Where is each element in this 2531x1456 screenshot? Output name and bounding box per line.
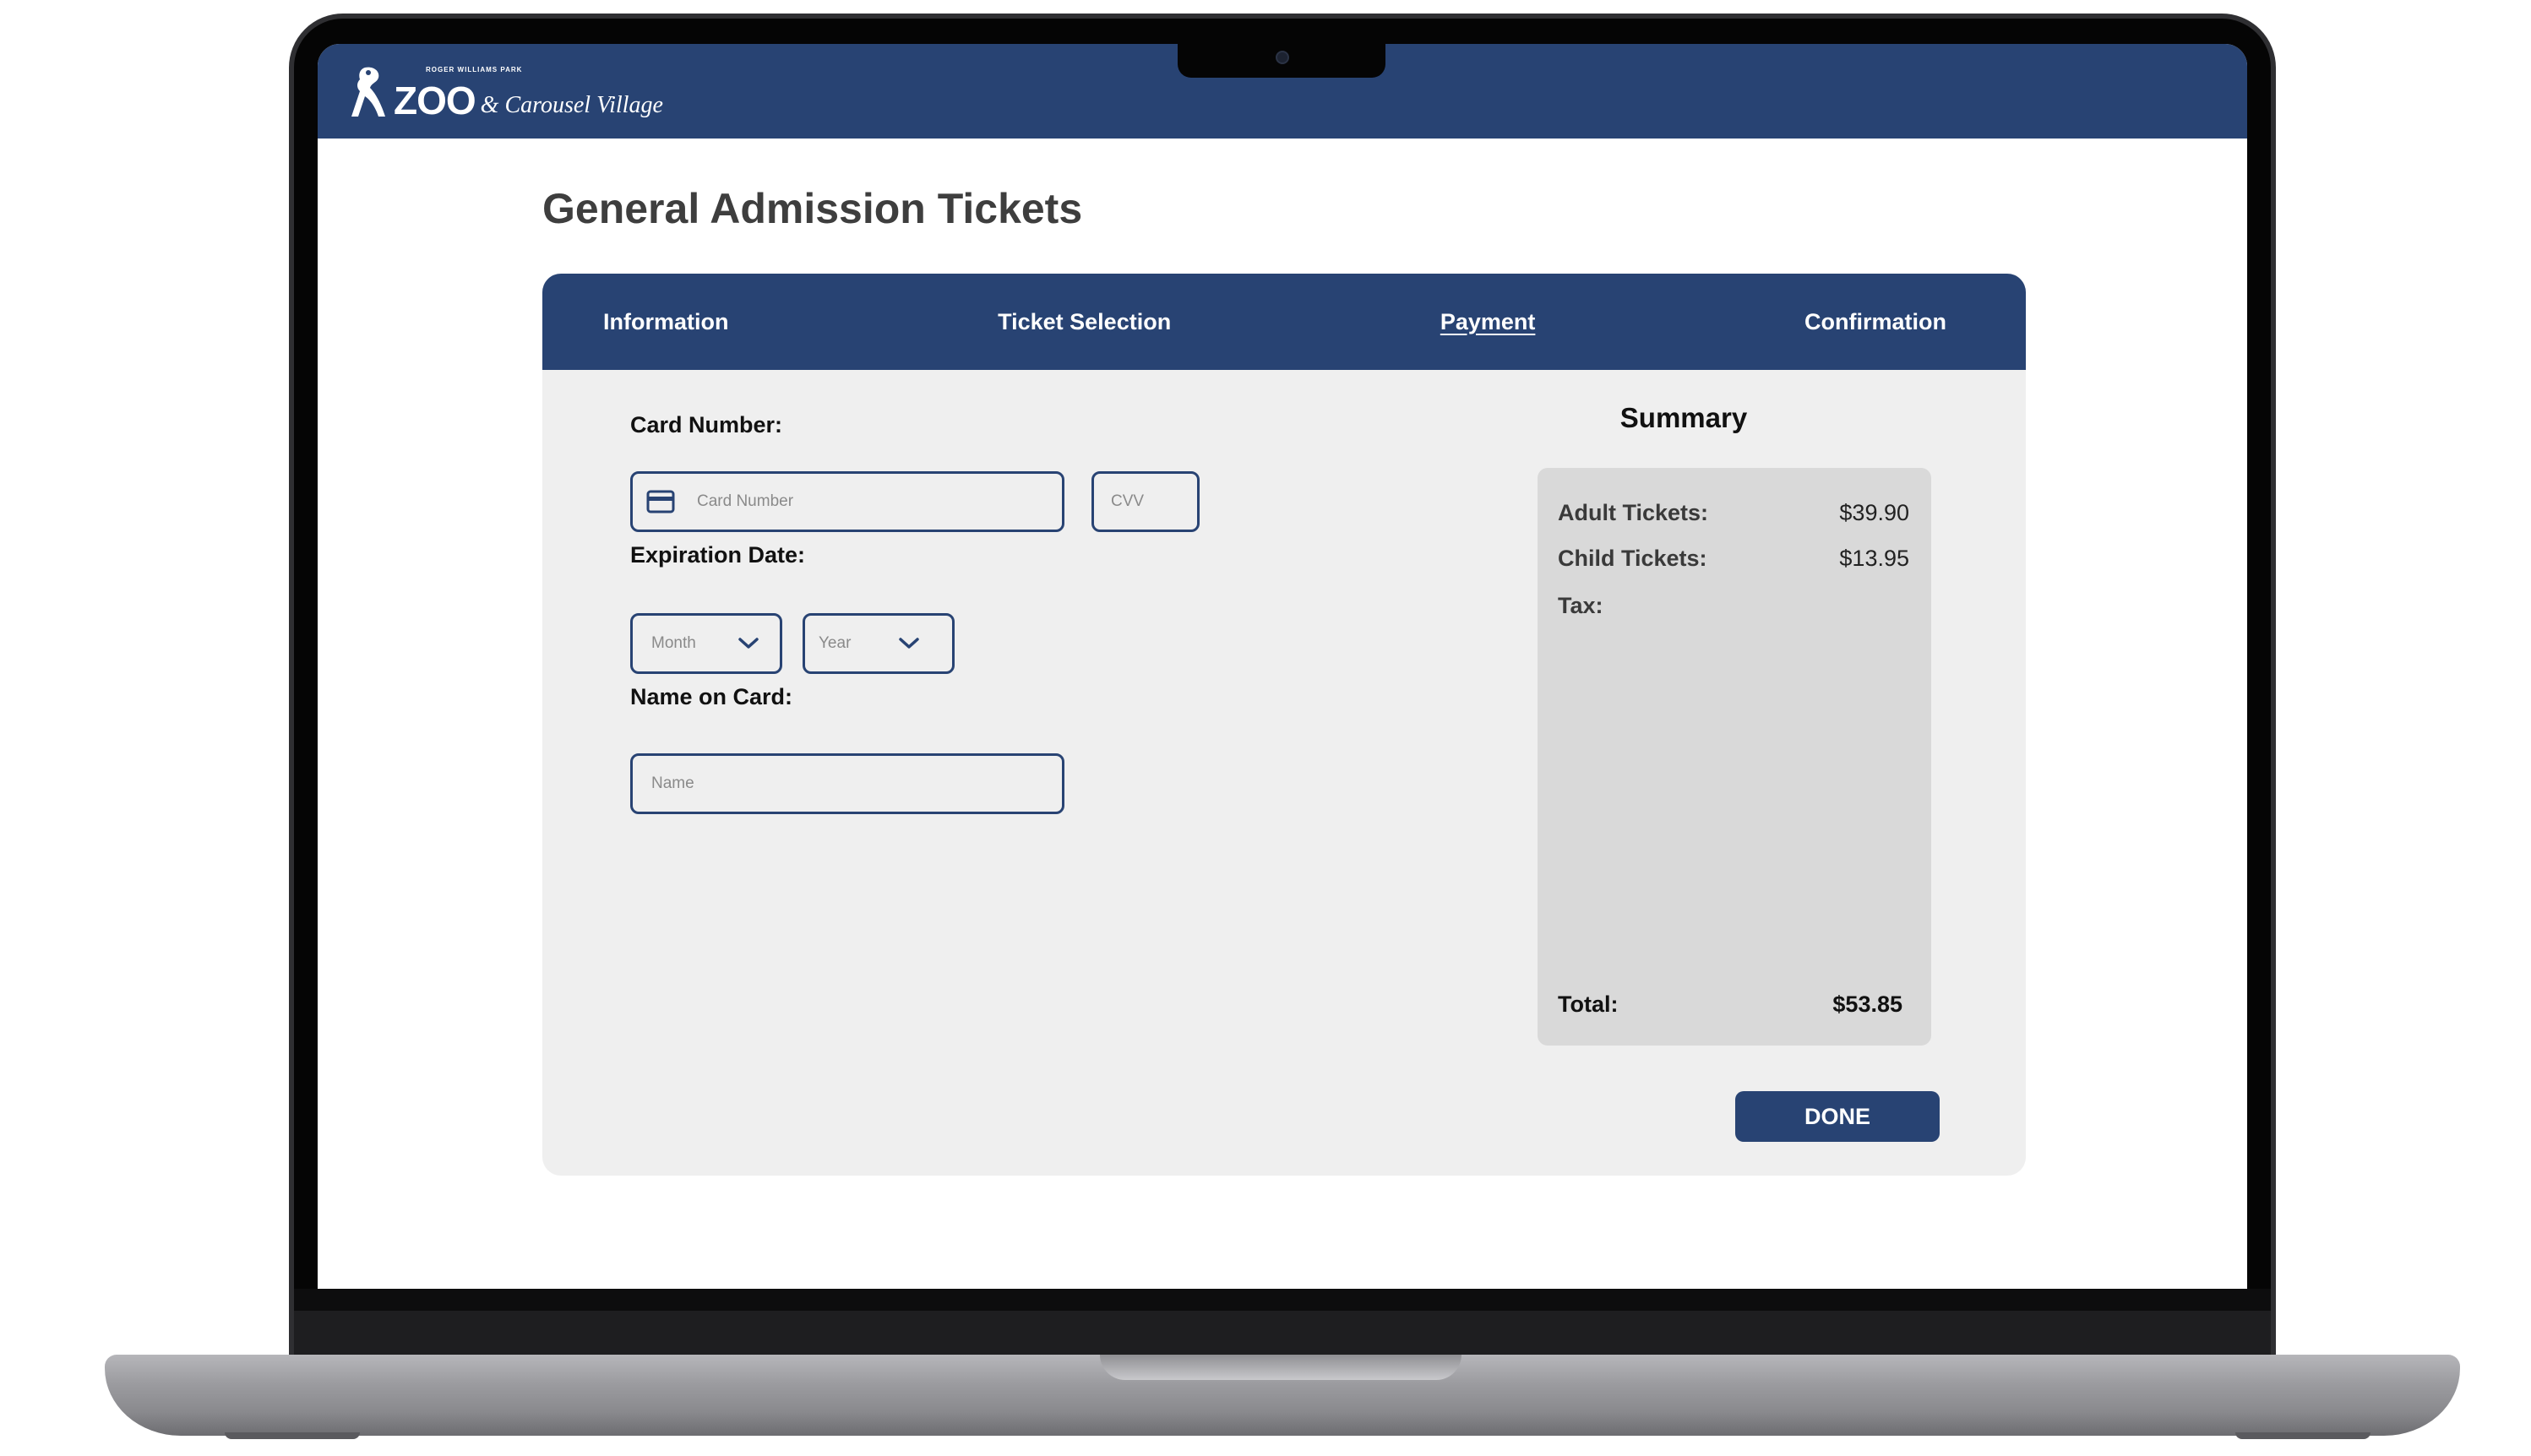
year-placeholder: Year [819, 634, 852, 652]
summary-row-total: Total: $53.85 [1558, 991, 1902, 1018]
camera-notch [1178, 42, 1385, 78]
chevron-down-icon [738, 638, 759, 649]
summary-label: Child Tickets: [1558, 546, 1707, 571]
total-label: Total: [1558, 991, 1619, 1017]
logo-zoo-text: ZOO [394, 79, 476, 122]
name-on-card-label: Name on Card: [630, 684, 793, 709]
cvv-placeholder: CVV [1111, 492, 1145, 510]
summary-row-tax: Tax: [1558, 593, 1909, 619]
summary-label: Adult Tickets: [1558, 500, 1709, 525]
card-number-input[interactable]: Card Number [630, 471, 1064, 532]
step-confirmation[interactable]: Confirmation [1804, 309, 1946, 335]
laptop-foot-right [2235, 1432, 2370, 1439]
total-value: $53.85 [1832, 991, 1902, 1017]
name-placeholder: Name [651, 774, 694, 792]
camera-icon [1276, 51, 1289, 64]
summary-value: $13.95 [1839, 546, 1909, 571]
summary-title: Summary [1619, 402, 1748, 433]
done-button[interactable]: DONE [1735, 1091, 1940, 1142]
expiration-date-label: Expiration Date: [630, 542, 806, 568]
step-information[interactable]: Information [603, 309, 729, 335]
name-on-card-input[interactable]: Name [630, 753, 1064, 814]
expiration-month-select[interactable]: Month [630, 613, 782, 674]
summary-row-adult: Adult Tickets: $39.90 [1558, 500, 1909, 526]
zebra-rider-icon [351, 67, 385, 117]
logo-park-name: ROGER WILLIAMS PARK [426, 66, 523, 73]
expiration-year-select[interactable]: Year [803, 613, 955, 674]
progress-steps: Information Ticket Selection Payment Con… [542, 274, 2026, 370]
checkout-panel: Information Ticket Selection Payment Con… [542, 274, 2026, 1176]
laptop-foot-left [225, 1432, 360, 1439]
summary-label: Tax: [1558, 593, 1603, 618]
summary-row-child: Child Tickets: $13.95 [1558, 546, 1909, 572]
card-number-placeholder: Card Number [697, 492, 794, 510]
page-title: General Admission Tickets [542, 185, 1083, 232]
cvv-input[interactable]: CVV [1091, 471, 1200, 532]
laptop-trackpad-notch [1100, 1355, 1461, 1380]
zoo-logo[interactable]: ROGER WILLIAMS PARK ZOO & Carousel Villa… [348, 62, 663, 120]
logo-village-text: & Carousel Village [480, 92, 663, 118]
step-payment[interactable]: Payment [1440, 309, 1536, 335]
month-placeholder: Month [651, 634, 696, 652]
screen: ROGER WILLIAMS PARK ZOO & Carousel Villa… [318, 44, 2247, 1289]
card-number-label: Card Number: [630, 412, 783, 437]
chevron-down-icon [899, 638, 919, 649]
summary-value: $39.90 [1839, 500, 1909, 525]
credit-card-icon [646, 490, 675, 513]
step-ticket-selection[interactable]: Ticket Selection [998, 309, 1171, 335]
order-summary: Adult Tickets: $39.90 Child Tickets: $13… [1538, 468, 1931, 1046]
